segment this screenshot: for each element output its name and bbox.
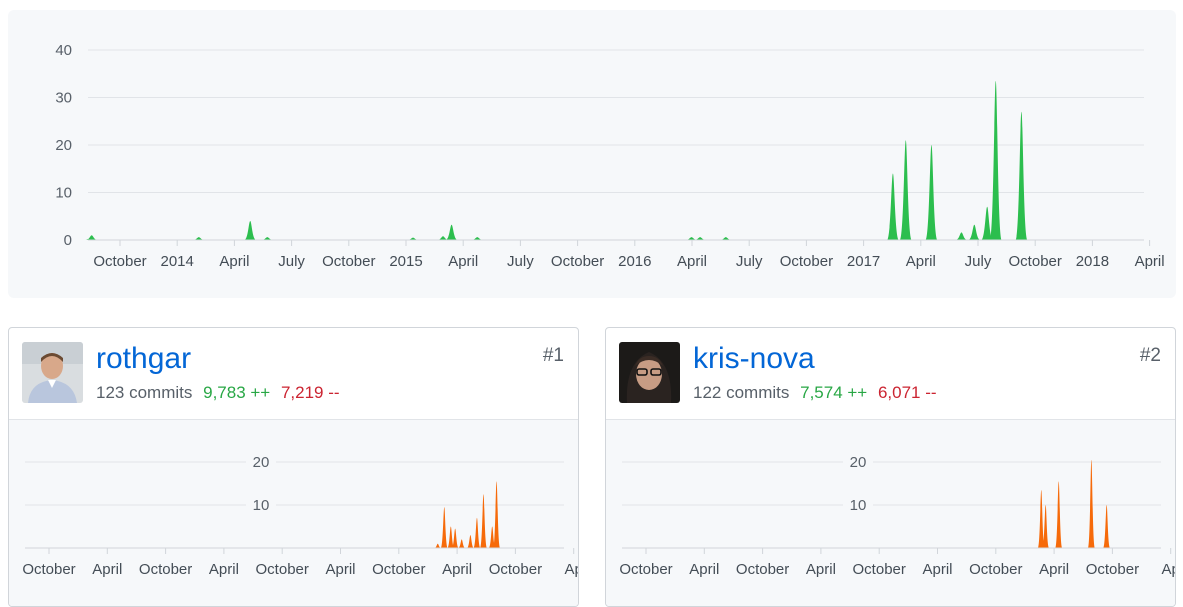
x-tick-label: April: [922, 561, 952, 578]
x-tick-label: October: [736, 561, 789, 578]
y-tick-label: 10: [850, 497, 867, 514]
x-tick-label: April: [1135, 253, 1165, 270]
area-spike: [440, 507, 448, 548]
contributor-username-link[interactable]: kris-nova: [693, 342, 815, 376]
contributions-overview-chart: 0 10 20 30 40 October 2014 April July October 2015…: [8, 10, 1176, 298]
area-spike: [899, 140, 912, 240]
x-tick-label: October: [139, 561, 192, 578]
area-spike: [1087, 459, 1095, 548]
contributor-stats: 122 commits 7,574 ++ 6,071 --: [693, 383, 937, 403]
contributor-chart: 10 20 October April October April October April…: [606, 420, 1176, 606]
deletions-count: 7,219 --: [280, 383, 340, 402]
commit-count[interactable]: 122 commits: [693, 383, 789, 402]
x-tick-label: October: [1009, 253, 1062, 270]
area-spike: [1055, 481, 1063, 548]
x-tick-label: July: [736, 253, 763, 270]
area-spike: [85, 235, 98, 240]
overview-chart-svg: 0 10 20 30 40 October 2014 April July October 2015…: [55, 42, 1165, 270]
y-tick-label: 20: [850, 454, 867, 471]
contributor-rank: #2: [1139, 345, 1161, 366]
contributor-card-header: kris-nova 122 commits 7,574 ++ 6,071 -- …: [606, 328, 1175, 420]
area-spike: [244, 221, 257, 240]
x-tick-label: 2016: [618, 253, 651, 270]
area-spike: [466, 535, 474, 548]
additions-count: 9,783 ++: [203, 383, 271, 402]
x-tick-label: April: [448, 253, 478, 270]
x-tick-label: 2015: [389, 253, 422, 270]
x-tick-label: Ap: [565, 561, 579, 578]
area-spike: [886, 173, 899, 240]
area-spike: [479, 494, 487, 548]
area-spike: [445, 224, 458, 240]
contributor-chart-svg: 10 20 October April October April October April…: [22, 453, 579, 578]
area-spike: [1015, 111, 1028, 240]
x-tick-label: April: [209, 561, 239, 578]
x-tick-label: April: [219, 253, 249, 270]
area-spike: [458, 539, 466, 548]
y-tick-label: 30: [55, 90, 72, 107]
y-tick-label: 40: [55, 42, 72, 59]
x-tick-label: October: [551, 253, 604, 270]
x-tick-label: July: [278, 253, 305, 270]
area-spike: [955, 232, 968, 240]
area-spike: [473, 517, 481, 548]
x-tick-label: Ap: [1162, 561, 1176, 578]
x-tick-label: 2014: [161, 253, 194, 270]
x-tick-label: October: [22, 561, 75, 578]
x-tick-label: October: [489, 561, 542, 578]
x-tick-label: April: [806, 561, 836, 578]
contributor-card: rothgar 123 commits 9,783 ++ 7,219 -- #1…: [8, 327, 579, 607]
avatar[interactable]: [22, 342, 83, 403]
x-tick-label: April: [689, 561, 719, 578]
commit-count[interactable]: 123 commits: [96, 383, 192, 402]
x-tick-label: October: [256, 561, 309, 578]
y-tick-label: 0: [64, 232, 72, 249]
x-tick-label: July: [965, 253, 992, 270]
y-tick-label: 10: [55, 185, 72, 202]
x-tick-label: April: [92, 561, 122, 578]
x-tick-label: April: [906, 253, 936, 270]
x-tick-label: 2018: [1076, 253, 1109, 270]
contributor-card: kris-nova 122 commits 7,574 ++ 6,071 -- …: [605, 327, 1176, 607]
x-tick-label: April: [325, 561, 355, 578]
x-tick-label: 2017: [847, 253, 880, 270]
avatar[interactable]: [619, 342, 680, 403]
y-tick-label: 10: [253, 497, 270, 514]
x-tick-label: October: [1086, 561, 1139, 578]
x-tick-label: October: [780, 253, 833, 270]
x-tick-label: October: [93, 253, 146, 270]
additions-count: 7,574 ++: [800, 383, 868, 402]
x-tick-label: April: [677, 253, 707, 270]
contributor-chart-svg: 10 20 October April October April October April…: [619, 453, 1176, 578]
area-spike: [434, 543, 442, 548]
area-spike: [968, 224, 981, 240]
x-tick-label: October: [853, 561, 906, 578]
deletions-count: 6,071 --: [877, 383, 937, 402]
x-tick-label: October: [372, 561, 425, 578]
area-spike: [493, 481, 501, 548]
contributor-card-header: rothgar 123 commits 9,783 ++ 7,219 -- #1: [9, 328, 578, 420]
x-tick-label: October: [969, 561, 1022, 578]
area-spike: [1103, 505, 1111, 548]
x-tick-label: July: [507, 253, 534, 270]
x-tick-label: October: [322, 253, 375, 270]
x-tick-label: April: [1039, 561, 1069, 578]
x-tick-label: April: [442, 561, 472, 578]
y-tick-label: 20: [253, 454, 270, 471]
area-spike: [989, 80, 1002, 240]
contributor-chart: 10 20 October April October April October April…: [9, 420, 579, 606]
contributor-username-link[interactable]: rothgar: [96, 342, 191, 376]
contributor-rank: #1: [542, 345, 564, 366]
contributor-stats: 123 commits 9,783 ++ 7,219 --: [96, 383, 340, 403]
y-tick-label: 20: [55, 137, 72, 154]
x-tick-label: October: [619, 561, 672, 578]
